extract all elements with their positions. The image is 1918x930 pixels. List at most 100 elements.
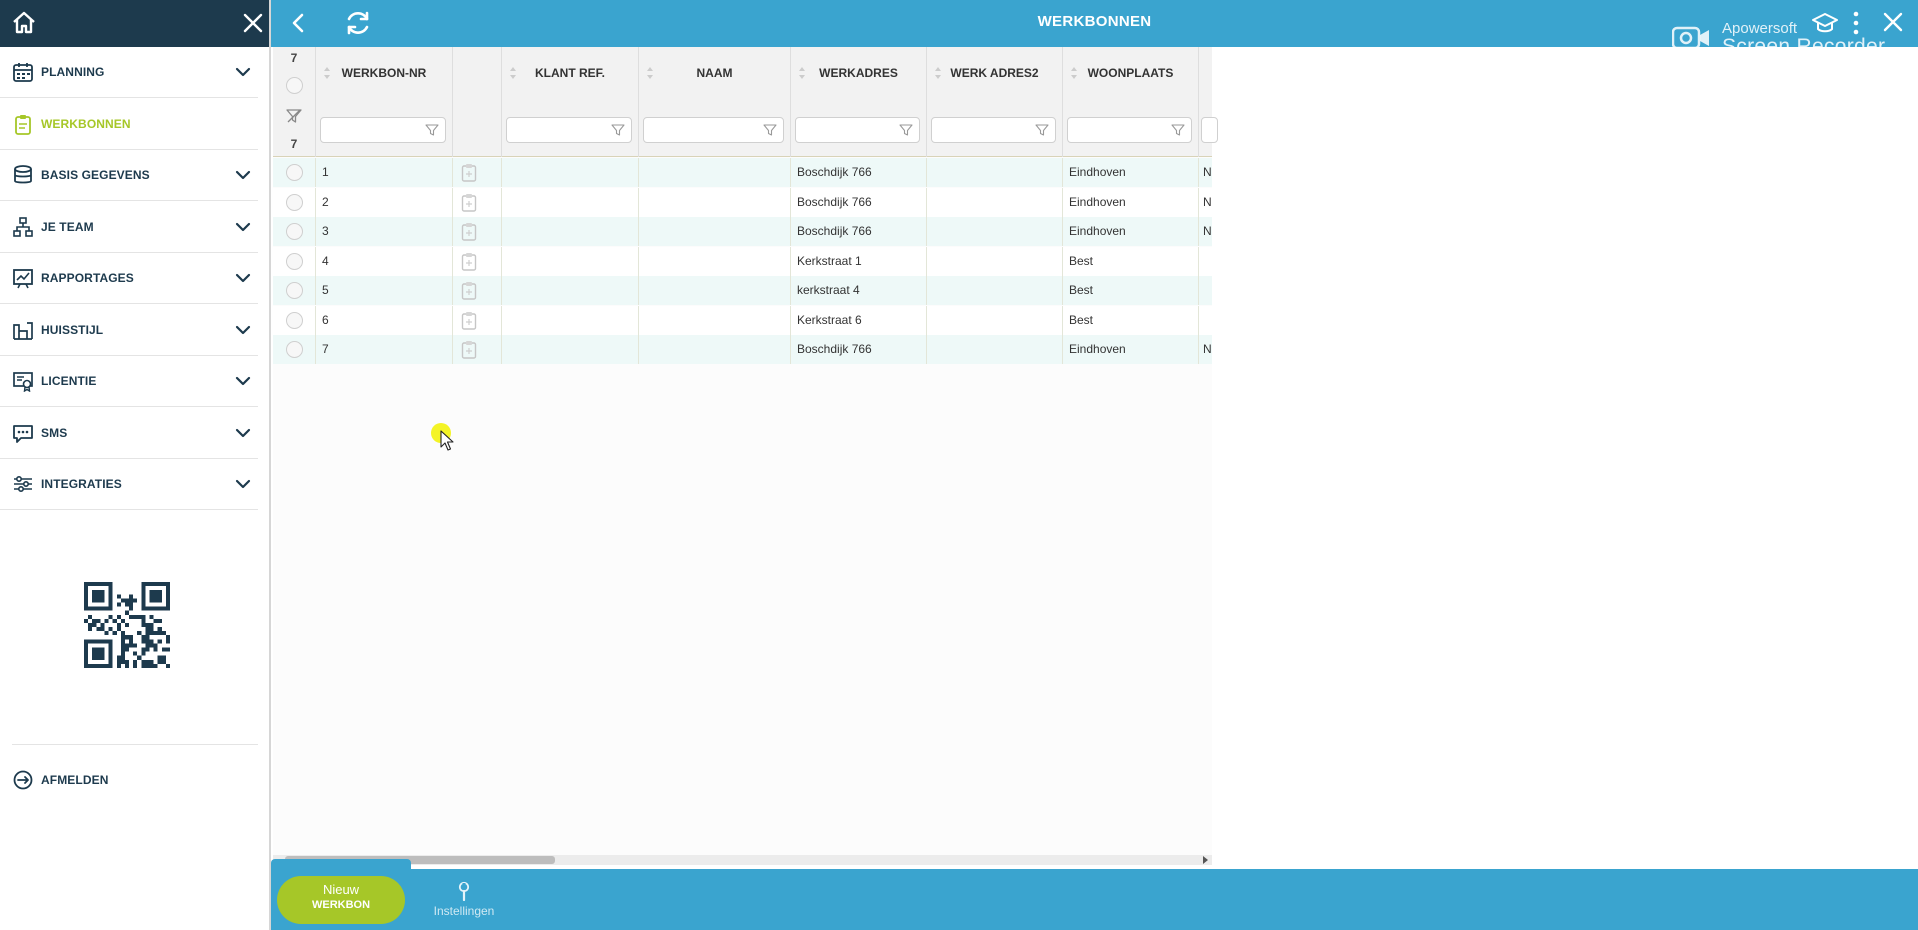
table-row[interactable]: 2 Boschdijk 766 Eindhoven N [273,187,1212,217]
clipboard-icon[interactable] [461,163,477,182]
sidebar-item-licentie[interactable]: LICENTIE [0,356,258,407]
column-header [453,47,501,99]
column-header: WERKADRES [819,66,898,80]
qr-code [84,582,170,668]
mouse-cursor [431,423,454,451]
chevron-down-icon[interactable] [234,63,252,81]
more-vertical-icon[interactable] [1851,10,1861,36]
clipboard-icon[interactable] [461,252,477,271]
clipboard-icon[interactable] [461,193,477,212]
sidebar: PLANNING WERKBONNEN BASIS GEGEVENS JE TEAM R… [0,0,271,930]
cell-woonplaats: Eindhoven [1063,217,1199,246]
col-werkbon-nr[interactable]: WERKBON-NR [316,47,453,157]
col-woonplaats[interactable]: WOONPLAATS [1063,47,1199,157]
calendar-icon [13,63,33,82]
scroll-right-arrow[interactable] [1203,856,1208,864]
cell-naam [639,217,791,246]
cell-werkadres: Boschdijk 766 [791,335,927,364]
cell-nr: 4 [316,246,453,276]
chevron-down-icon[interactable] [234,424,252,442]
wrench-icon [458,881,470,901]
filter-input[interactable] [795,117,920,143]
logout-button[interactable]: AFMELDEN [0,754,258,805]
chevron-down-icon[interactable] [234,321,252,339]
clipboard-icon[interactable] [461,281,477,300]
sidebar-item-basis-gegevens[interactable]: BASIS GEGEVENS [0,150,258,201]
sidebar-item-label: PLANNING [41,65,105,79]
sidebar-item-integraties[interactable]: INTEGRATIES [0,459,258,510]
table-row[interactable]: 1 Boschdijk 766 Eindhoven N [273,158,1212,187]
graduation-cap-icon[interactable] [1811,11,1839,35]
sidebar-item-huisstijl[interactable]: HUISSTIJL [0,305,258,356]
filter-icon[interactable] [285,107,303,125]
select-column: 7 7 [273,47,316,157]
filter-input[interactable] [1067,117,1192,143]
cell-naam [639,158,791,187]
filter-input[interactable] [506,117,632,143]
select-all-radio[interactable] [286,77,303,94]
new-werkbon-button[interactable]: Nieuw WERKBON [277,876,405,924]
cell-werkadres2 [927,305,1063,335]
cell-naam [639,335,791,364]
cell-werkadres2 [927,217,1063,246]
chevron-down-icon[interactable] [234,269,252,287]
col-werkadres[interactable]: WERKADRES [791,47,927,157]
cell-werkadres: Kerkstraat 6 [791,305,927,335]
page-title: WERKBONNEN [1037,13,1152,30]
filter-input[interactable] [931,117,1056,143]
clipboard-icon[interactable] [461,222,477,241]
filter-icon [763,124,777,136]
filter-input[interactable] [320,117,446,143]
sidebar-item-sms[interactable]: SMS [0,408,258,459]
select-cell [273,217,316,246]
chevron-down-icon[interactable] [234,218,252,236]
row-select-radio[interactable] [286,282,303,299]
cell-werkadres: kerkstraat 4 [791,276,927,305]
chevron-down-icon[interactable] [234,475,252,493]
cell-extra: N [1203,194,1212,209]
home-icon[interactable] [10,9,38,37]
sidebar-item-rapportages[interactable]: RAPPORTAGES [0,253,258,304]
filter-input[interactable] [1201,117,1218,143]
top-bar: WERKBONNEN [271,0,1918,47]
close-sidebar-icon[interactable] [240,10,266,36]
clipboard-icon[interactable] [461,311,477,330]
row-select-radio[interactable] [286,193,303,211]
cell-woonplaats: Best [1063,305,1199,335]
clipboard-icon [15,114,31,135]
icon-cell [453,217,502,246]
sidebar-item-werkbonnen[interactable]: WERKBONNEN [0,99,258,150]
filter-input[interactable] [643,117,784,143]
cell-woonplaats: Best [1063,246,1199,276]
row-select-radio[interactable] [286,311,303,329]
sidebar-item-je-team[interactable]: JE TEAM [0,202,258,253]
row-select-radio[interactable] [286,223,303,240]
table-row[interactable]: 5 kerkstraat 4 Best [273,276,1212,305]
sidebar-item-planning[interactable]: PLANNING [0,47,258,98]
col-werk-adres2[interactable]: WERK ADRES2 [927,47,1063,157]
clipboard-icon[interactable] [461,340,477,359]
table-row[interactable]: 3 Boschdijk 766 Eindhoven N [273,217,1212,246]
settings-button[interactable]: Instellingen [424,881,504,927]
row-select-radio[interactable] [286,252,303,270]
brand-icon [13,321,33,340]
row-select-radio[interactable] [286,164,303,181]
table-row[interactable]: 6 Kerkstraat 6 Best [273,305,1212,335]
cell-klant_ref [502,158,639,187]
chevron-down-icon[interactable] [234,166,252,184]
row-select-radio[interactable] [286,341,303,358]
cell-werkadres2 [927,158,1063,187]
cell-werkadres: Boschdijk 766 [791,187,927,217]
cell-nr: 5 [316,276,453,305]
table-row[interactable]: 7 Boschdijk 766 Eindhoven N [273,335,1212,364]
chevron-down-icon[interactable] [234,372,252,390]
cell-naam [639,246,791,276]
column-header: WERK ADRES2 [950,66,1039,80]
horizontal-scrollbar[interactable] [273,855,1212,865]
col-klant-ref[interactable]: KLANT REF. [502,47,639,157]
table-row[interactable]: 4 Kerkstraat 1 Best [273,246,1212,276]
column-header: NAAM [696,66,733,80]
sidebar-item-label: BASIS GEGEVENS [41,168,150,182]
close-icon[interactable] [1881,10,1905,34]
col-naam[interactable]: NAAM [639,47,791,157]
